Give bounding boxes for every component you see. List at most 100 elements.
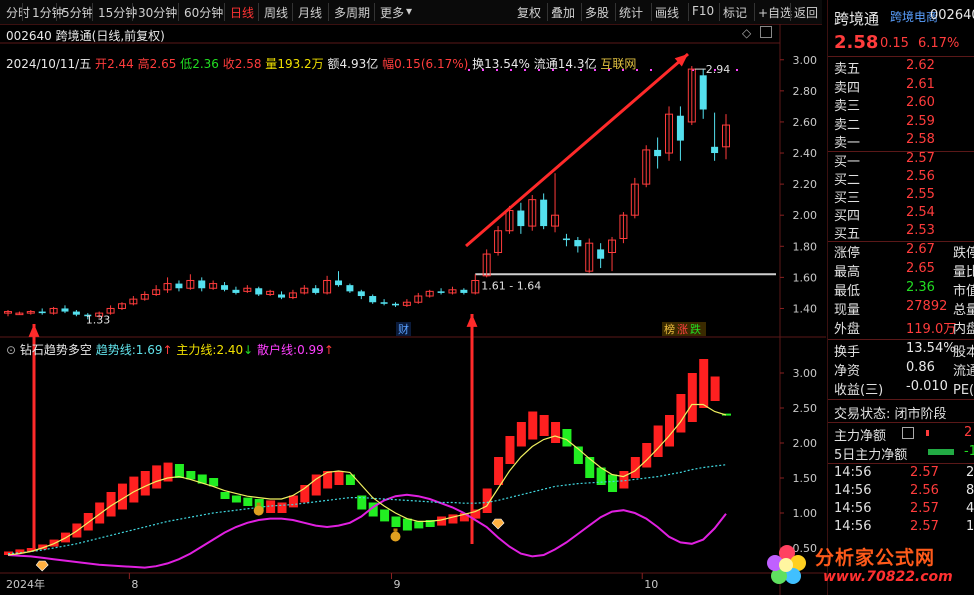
sell-row-value: 2.62 (906, 58, 935, 73)
stat-row-label: 涨停 (834, 246, 861, 261)
period-tab-1[interactable]: 1分钟 (32, 4, 64, 21)
dot-mark (538, 69, 540, 71)
indicator-bar (619, 471, 629, 489)
trend-label: 趋势线: (95, 343, 136, 357)
indicator-axis-label: 2.00 (793, 437, 818, 450)
indicator-bar (391, 516, 401, 527)
diamond-icon (491, 518, 505, 530)
sell-row-label: 卖三 (834, 99, 861, 114)
stat-row-label: 现量 (834, 303, 861, 318)
trend-arrow: ↑ (162, 343, 173, 357)
indicator-bar (243, 497, 253, 506)
collapse-icon[interactable]: ⊙ (6, 343, 16, 357)
tool-button-7[interactable]: +自选 (758, 4, 792, 21)
five-day-net-value: -1 (964, 444, 974, 459)
period-tab-10[interactable]: 更多 (380, 4, 404, 21)
candle-body (699, 75, 707, 110)
candle-body (574, 240, 582, 247)
tool-button-6[interactable]: 标记 (723, 4, 747, 21)
stat2-row-label: 收益(三) (834, 383, 884, 398)
more-chevron-icon[interactable]: ▾ (406, 4, 412, 18)
main-line (7, 403, 727, 556)
tool-button-2[interactable]: 多股 (585, 4, 609, 21)
sell-row-value: 2.59 (906, 113, 935, 129)
price-axis-label: 1.60 (793, 271, 818, 284)
panel-change: 0.15 (880, 36, 909, 51)
period-tab-6[interactable]: 日线 (230, 4, 254, 21)
indicator-bar (539, 415, 549, 436)
indicator-bar (516, 422, 526, 447)
indicator-bar (494, 457, 504, 485)
indicator-bar (402, 518, 412, 531)
tick-volume: 1 (966, 519, 974, 534)
tick-row: 14:56 2.57 1 (828, 519, 974, 539)
buy-row: 买四 2.54 (828, 205, 974, 225)
buy-row-value: 2.57 (906, 151, 935, 166)
tick-volume: 4 (966, 501, 974, 516)
tick-price: 2.57 (910, 465, 939, 480)
buy-row: 买二 2.56 (828, 169, 974, 189)
tick-time: 14:56 (834, 501, 872, 516)
tick-price: 2.56 (910, 483, 939, 498)
money-bag-icon (390, 531, 401, 542)
dot-mark (566, 69, 568, 71)
period-tab-0[interactable]: 分时 (6, 4, 30, 21)
tool-button-0[interactable]: 复权 (517, 4, 541, 21)
buy-row-value: 2.56 (906, 169, 935, 184)
price-axis-label: 2.20 (793, 178, 818, 191)
stat-row-value: 2.36 (906, 280, 935, 295)
trend-value: 1.69 (135, 343, 163, 357)
tool-button-4[interactable]: 画线 (655, 4, 679, 21)
tool-button-5[interactable]: F10 (692, 4, 714, 18)
diamond-icon (35, 560, 49, 572)
stat-row-extra: 量比 (953, 265, 974, 280)
period-tab-7[interactable]: 周线 (264, 4, 288, 21)
tick-time: 14:56 (834, 465, 872, 480)
indicator-name[interactable]: 钻石趋势多空 (20, 343, 92, 357)
candle-body (335, 280, 343, 286)
rank-tag: 榜 (664, 322, 675, 336)
period-tab-5[interactable]: 60分钟 (184, 4, 223, 21)
rise-tag: 涨 (677, 323, 688, 336)
tick-time: 14:56 (834, 483, 872, 498)
period-tab-8[interactable]: 月线 (298, 4, 322, 21)
five-day-net-bar (928, 449, 954, 455)
tool-button-1[interactable]: 叠加 (551, 4, 575, 21)
period-tab-2[interactable]: 5分钟 (62, 4, 94, 21)
stat-row-extra: 跌停 (953, 246, 974, 261)
watermark-title: 分析家公式网 (815, 547, 936, 569)
buy-row-label: 买二 (834, 173, 861, 188)
tool-button-8[interactable]: 返回 (794, 4, 818, 21)
price-axis-label: 2.80 (793, 85, 818, 98)
candle-body (460, 289, 468, 293)
candle-body (380, 302, 388, 304)
sell-row: 卖一 2.58 (828, 132, 974, 152)
indicator-bar (334, 471, 344, 485)
panel-stock-code: 002640 (930, 8, 974, 23)
main-arrow: ↓ (243, 343, 254, 357)
indicator-bar (676, 394, 686, 433)
panel-pct: 6.17% (918, 36, 960, 51)
low-mark-label: 1.33 (86, 313, 111, 326)
tick-price: 2.57 (910, 501, 939, 516)
candle-body (369, 296, 377, 303)
tool-button-3[interactable]: 统计 (619, 4, 643, 21)
trend-line (7, 464, 727, 555)
stat-row: 最高 2.65 量比 (828, 261, 974, 281)
indicator-bar (687, 373, 697, 422)
stat-row-label: 最高 (834, 265, 861, 280)
signal-arrow-mid-head (466, 314, 478, 327)
period-toolbar: 分时 1分钟 5分钟 15分钟 30分钟 60分钟 日线 周线 月线 多周期 更多 ▾ 复权 叠加 多股 统计… (0, 0, 822, 25)
sell-row: 卖三 2.60 (828, 95, 974, 115)
candle-body (255, 288, 263, 295)
period-tab-4[interactable]: 30分钟 (138, 4, 177, 21)
buy-row-value: 2.54 (906, 205, 935, 220)
list-icon[interactable] (902, 427, 914, 439)
sell-row-value: 2.58 (906, 132, 935, 147)
period-tab-9[interactable]: 多周期 (334, 4, 370, 21)
quote-panel: 跨境通 跨境电商 002640 2.58 0.15 6.17% 交易状态: 闭市… (827, 0, 974, 595)
kline-chart[interactable]: 3.00 2.80 2.60 2.40 2.20 2.00 1.80 1.60 1.40 2.94… (0, 24, 826, 595)
retail-line (7, 493, 727, 569)
main-value: 2.40 (216, 343, 244, 357)
stat2-row-extra: PE(动) (953, 383, 974, 398)
